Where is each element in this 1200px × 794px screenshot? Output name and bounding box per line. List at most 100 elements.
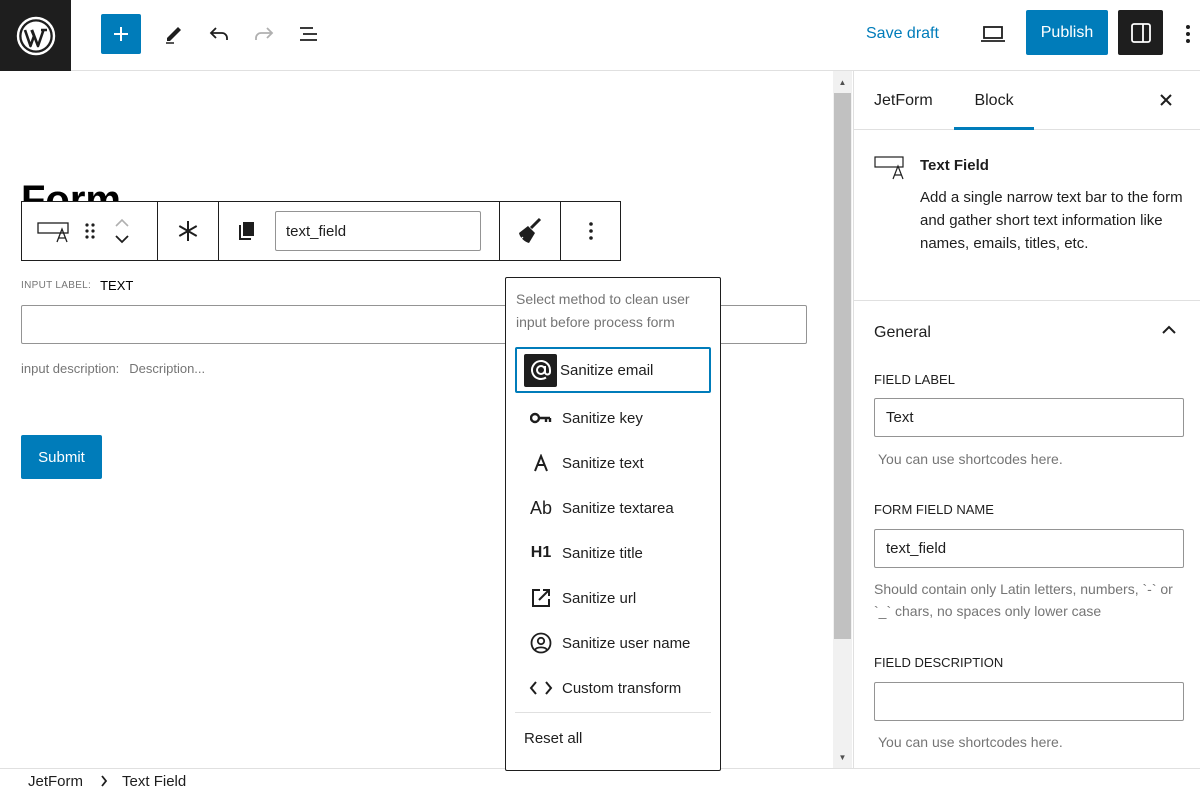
menu-item-label: Sanitize key — [562, 409, 643, 427]
copy-icon — [239, 222, 254, 240]
field-label-title: FIELD LABEL — [874, 372, 955, 387]
drag-handle[interactable] — [78, 202, 102, 260]
reset-all-button[interactable]: Reset all — [524, 730, 582, 747]
input-label-row: INPUT LABEL: TEXT — [21, 278, 133, 293]
close-icon — [1160, 94, 1172, 106]
undo-button[interactable] — [201, 14, 237, 54]
copy-name-button[interactable] — [219, 202, 275, 260]
menu-item-sanitize-user-name[interactable]: Sanitize user name — [515, 620, 711, 666]
tab-jetform[interactable]: JetForm — [874, 71, 933, 130]
block-card-description: Add a single narrow text bar to the form… — [920, 189, 1183, 252]
field-description-title: FIELD DESCRIPTION — [874, 655, 1004, 670]
key-icon — [523, 400, 559, 436]
field-label-input[interactable]: Text — [874, 398, 1184, 437]
more-vertical-icon — [1186, 25, 1190, 43]
settings-sidebar: JetForm Block Text Field Add a single na… — [853, 71, 1200, 768]
menu-item-sanitize-text[interactable]: Sanitize text — [515, 440, 711, 486]
document-overview-button[interactable] — [291, 14, 327, 54]
chevron-right-icon — [100, 774, 108, 790]
submit-button[interactable]: Submit — [21, 435, 102, 479]
preview-button[interactable] — [975, 18, 1011, 50]
external-link-icon — [523, 580, 559, 616]
input-label-value[interactable]: TEXT — [100, 278, 133, 293]
breadcrumb-item-text-field[interactable]: Text Field — [122, 773, 186, 790]
move-buttons — [102, 202, 142, 260]
code-icon — [523, 670, 559, 706]
scroll-up-arrow[interactable]: ▲ — [833, 73, 852, 91]
close-sidebar-button[interactable] — [1154, 88, 1178, 112]
menu-item-sanitize-title[interactable]: H1 Sanitize title — [515, 530, 711, 576]
required-toggle-button[interactable] — [158, 202, 219, 260]
text-a-icon — [523, 445, 559, 481]
breadcrumb-item-jetform[interactable]: JetForm — [28, 773, 83, 790]
text-field-icon — [37, 222, 69, 243]
field-name-input[interactable] — [275, 211, 481, 251]
publish-button[interactable]: Publish — [1026, 10, 1108, 55]
user-circle-icon — [523, 625, 559, 661]
form-field-name-help: Should contain only Latin letters, numbe… — [874, 581, 1173, 619]
redo-icon — [255, 27, 274, 40]
menu-item-label: Sanitize textarea — [562, 499, 674, 517]
textarea-ab-icon: Ab — [529, 497, 553, 518]
sanitize-button[interactable] — [500, 202, 561, 260]
redo-button[interactable] — [246, 14, 282, 54]
menu-item-label: Sanitize url — [562, 589, 637, 607]
block-mover-group — [22, 202, 158, 260]
chevron-up-icon[interactable] — [114, 218, 130, 228]
block-card-title: Text Field — [920, 157, 989, 174]
field-description-input[interactable] — [874, 682, 1184, 721]
settings-toggle-button[interactable] — [1118, 10, 1163, 55]
scroll-down-arrow[interactable]: ▼ — [833, 748, 852, 766]
input-description-key: input description: — [21, 361, 120, 376]
menu-item-sanitize-key[interactable]: Sanitize key — [515, 395, 711, 441]
sidebar-tabs: JetForm Block — [854, 71, 1200, 130]
scroll-thumb[interactable] — [834, 93, 851, 639]
menu-item-sanitize-textarea[interactable]: Ab Sanitize textarea — [515, 485, 711, 531]
block-card: Text Field Add a single narrow text bar … — [854, 130, 1200, 301]
field-name-group — [219, 202, 500, 260]
options-button[interactable] — [1176, 14, 1200, 54]
canvas-scrollbar[interactable]: ▲ ▼ — [833, 71, 852, 768]
block-options-button[interactable] — [561, 202, 620, 260]
dropdown-hint: Select method to clean user input before… — [516, 291, 690, 330]
field-label-help: You can use shortcodes here. — [878, 451, 1063, 467]
more-vertical-icon — [588, 222, 593, 240]
input-label-key: INPUT LABEL: — [21, 280, 92, 291]
sidebar-panel-icon — [1130, 22, 1151, 43]
menu-item-sanitize-url[interactable]: Sanitize url — [515, 575, 711, 621]
chevron-up-icon[interactable] — [1160, 321, 1178, 344]
wordpress-icon — [16, 16, 55, 55]
wordpress-logo-button[interactable] — [0, 0, 71, 71]
tab-block[interactable]: Block — [954, 71, 1034, 130]
pencil-icon — [166, 27, 181, 44]
general-panel-toggle[interactable]: General — [874, 324, 931, 342]
laptop-icon — [981, 26, 1005, 42]
block-type-button[interactable] — [30, 202, 78, 260]
input-description-placeholder[interactable]: Description... — [129, 361, 205, 376]
chevron-down-icon[interactable] — [114, 234, 130, 244]
menu-item-custom-transform[interactable]: Custom transform — [515, 665, 711, 711]
text-field-icon — [874, 155, 906, 186]
tools-button[interactable] — [156, 14, 192, 54]
menu-item-sanitize-email[interactable]: Sanitize email — [515, 347, 711, 393]
menu-item-label: Sanitize text — [562, 454, 644, 472]
breadcrumb: JetForm Text Field — [0, 768, 1200, 794]
menu-item-label: Sanitize user name — [562, 634, 691, 652]
at-sign-icon — [524, 353, 557, 387]
add-block-button[interactable] — [101, 14, 141, 54]
undo-icon — [209, 27, 228, 40]
form-field-name-input[interactable]: text_field — [874, 529, 1184, 568]
list-view-icon — [300, 27, 317, 41]
plus-icon — [114, 27, 128, 41]
sanitize-dropdown: Select method to clean user input before… — [505, 277, 721, 771]
asterisk-icon — [178, 221, 198, 241]
block-toolbar — [21, 201, 621, 261]
field-description-help: You can use shortcodes here. — [878, 734, 1063, 750]
menu-item-label: Sanitize title — [562, 544, 643, 562]
drag-handle-icon — [85, 223, 95, 239]
input-description-row: input description: Description... — [21, 361, 205, 376]
save-draft-button[interactable]: Save draft — [866, 22, 939, 46]
menu-divider — [515, 712, 711, 713]
heading-h1-icon: H1 — [530, 544, 552, 561]
form-field-name-title: FORM FIELD NAME — [874, 502, 994, 517]
